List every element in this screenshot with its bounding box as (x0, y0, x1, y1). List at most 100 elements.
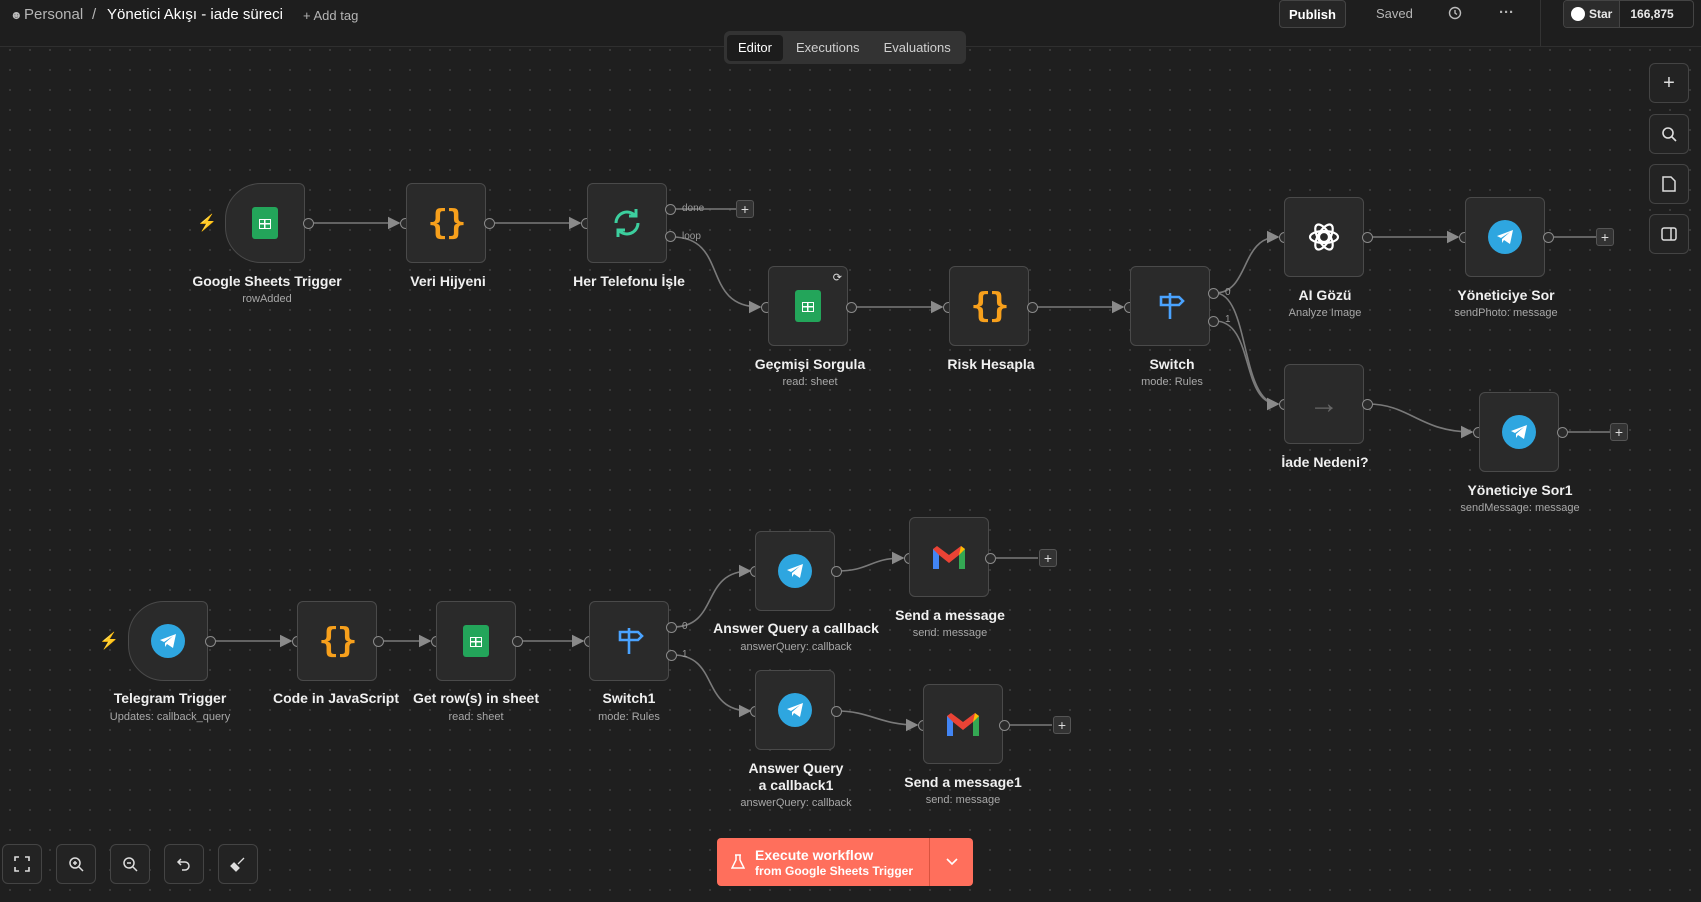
node-yoneticiye-sor1[interactable] (1479, 392, 1559, 472)
zoom-in-button[interactable] (56, 844, 96, 884)
execute-dropdown-button[interactable] (929, 838, 973, 886)
zoom-in-icon (69, 857, 84, 872)
node-label: Send a message (895, 607, 1005, 623)
node-switch1[interactable] (589, 601, 669, 681)
node-subtitle: send: message (912, 627, 988, 639)
output-port-0[interactable] (1208, 288, 1219, 299)
execute-subtitle: from Google Sheets Trigger (755, 863, 914, 878)
edge (1214, 230, 1280, 294)
node-get-rows-in-sheet[interactable] (436, 601, 516, 681)
node-subtitle: mode: Rules (1141, 376, 1203, 388)
node-risk-hesapla[interactable]: {} (949, 266, 1029, 346)
trigger-bolt-icon: ⚡ (197, 215, 217, 232)
add-node-button[interactable]: + (1053, 716, 1071, 734)
node-ai-gozu[interactable] (1284, 197, 1364, 277)
edge (671, 236, 762, 314)
plus-icon: + (1663, 71, 1675, 94)
node-iade-nedeni[interactable]: → (1284, 364, 1364, 444)
output-port[interactable] (373, 636, 384, 647)
output-port[interactable] (484, 218, 495, 229)
output-port-loop[interactable] (665, 231, 676, 242)
node-yoneticiye-sor[interactable] (1465, 197, 1545, 277)
output-port[interactable] (985, 553, 996, 564)
edge (1367, 403, 1474, 439)
add-node-button[interactable]: + (1610, 423, 1628, 441)
output-port-1[interactable] (1208, 316, 1219, 327)
undo-button[interactable] (164, 844, 204, 884)
port-label-done: done (682, 203, 705, 214)
node-code-in-javascript[interactable]: {} (297, 601, 377, 681)
output-port[interactable] (1543, 232, 1554, 243)
edge (836, 710, 919, 732)
loop-icon (614, 209, 640, 237)
add-node-button[interactable]: + (736, 200, 754, 218)
node-label: Her Telefonu İşle (573, 273, 685, 289)
toggle-panel-button[interactable] (1649, 214, 1689, 254)
telegram-icon (1502, 415, 1536, 449)
node-gecmisi-sorgula[interactable]: ⟳ (768, 266, 848, 346)
panel-icon (1661, 227, 1677, 241)
add-node-panel-button[interactable]: + (1649, 63, 1689, 103)
node-answer-query-a-callback[interactable] (755, 531, 835, 611)
fit-view-button[interactable] (2, 844, 42, 884)
node-subtitle: read: sheet (782, 376, 838, 388)
node-label: Switch1 (602, 690, 656, 706)
code-braces-icon: {} (427, 203, 467, 243)
execute-workflow-button[interactable]: Execute workflow from Google Sheets Trig… (717, 838, 973, 886)
node-veri-hijyeni[interactable]: {} (406, 183, 486, 263)
connections-layer (211, 208, 1610, 732)
node-label: Answer Query a callback1 (748, 760, 844, 793)
output-port-done[interactable] (665, 204, 676, 215)
output-port[interactable] (831, 566, 842, 577)
arrow-right-icon: → (1309, 387, 1339, 420)
tidy-up-button[interactable] (218, 844, 258, 884)
sticky-note-icon (1662, 176, 1676, 192)
zoom-out-icon (123, 857, 138, 872)
output-port[interactable] (303, 218, 314, 229)
output-port[interactable] (1557, 427, 1568, 438)
signpost-icon (1159, 293, 1185, 319)
node-send-a-message[interactable] (909, 517, 989, 597)
port-label-loop: loop (682, 231, 701, 242)
node-label: Veri Hijyeni (410, 273, 486, 289)
port-label-1: 1 (682, 649, 688, 660)
node-switch[interactable] (1130, 266, 1210, 346)
search-icon (1662, 127, 1677, 142)
edge (836, 551, 905, 572)
node-telegram-trigger[interactable] (128, 601, 208, 681)
output-port-0[interactable] (666, 622, 677, 633)
fit-view-icon (14, 856, 30, 872)
output-port[interactable] (831, 706, 842, 717)
output-port[interactable] (205, 636, 216, 647)
node-subtitle: sendPhoto: message (1454, 307, 1558, 319)
node-label: Google Sheets Trigger (192, 273, 342, 289)
port-label-0: 0 (682, 621, 688, 632)
node-send-a-message1[interactable] (923, 684, 1003, 764)
node-answer-query-a-callback1[interactable] (755, 670, 835, 750)
node-her-telefonu-isle[interactable] (587, 183, 667, 263)
google-sheets-icon (795, 290, 821, 322)
node-subtitle: Updates: callback_query (109, 711, 231, 723)
add-node-button[interactable]: + (1596, 228, 1614, 246)
node-label: Send a message1 (904, 774, 1022, 790)
output-port[interactable] (999, 720, 1010, 731)
add-node-button[interactable]: + (1039, 549, 1057, 567)
output-port[interactable] (1362, 232, 1373, 243)
google-sheets-icon (252, 207, 278, 239)
output-port-1[interactable] (666, 650, 677, 661)
output-port[interactable] (512, 636, 523, 647)
zoom-out-button[interactable] (110, 844, 150, 884)
node-label: Yöneticiye Sor (1457, 287, 1555, 303)
node-google-sheets-trigger[interactable] (225, 183, 305, 263)
node-subtitle: send: message (925, 794, 1001, 806)
node-label: Switch (1149, 356, 1195, 372)
output-port[interactable] (846, 302, 857, 313)
output-port[interactable] (1362, 399, 1373, 410)
signpost-icon (618, 628, 644, 654)
code-braces-icon: {} (318, 621, 358, 661)
code-braces-icon: {} (970, 286, 1010, 326)
sticky-note-button[interactable] (1649, 164, 1689, 204)
output-port[interactable] (1027, 302, 1038, 313)
search-nodes-button[interactable] (1649, 114, 1689, 154)
node-subtitle: Analyze Image (1288, 307, 1362, 319)
